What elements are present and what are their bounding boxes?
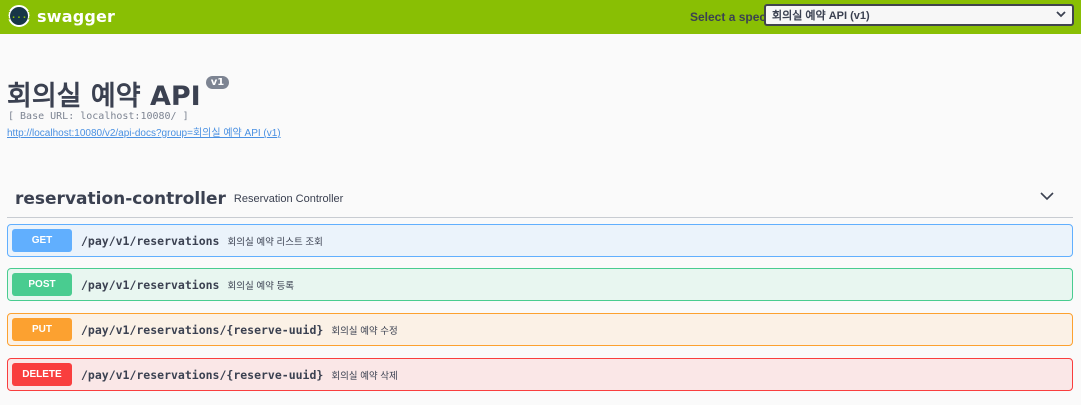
base-url: [ Base URL: localhost:10080/ ] (8, 111, 189, 122)
api-title: 회의실 예약 API (7, 81, 201, 112)
chevron-down-icon (1056, 10, 1066, 21)
operation-put-reservation[interactable]: PUT /pay/v1/reservations/{reserve-uuid} … (7, 313, 1073, 346)
chevron-down-icon[interactable] (1039, 188, 1055, 204)
operation-summary: 회의실 예약 리스트 조회 (227, 236, 323, 248)
tag-description: Reservation Controller (233, 192, 344, 205)
topbar: {...} swagger Select a spec 회의실 예약 API (… (0, 0, 1081, 34)
tag-name: reservation-controller (15, 188, 226, 209)
method-badge: POST (12, 273, 72, 296)
operation-path: /pay/v1/reservations (81, 233, 220, 248)
tag-section-header[interactable]: reservation-controller Reservation Contr… (7, 180, 1073, 218)
spec-label: Select a spec (690, 10, 767, 24)
operation-path: /pay/v1/reservations (81, 277, 220, 292)
operation-get-reservations[interactable]: GET /pay/v1/reservations 회의실 예약 리스트 조회 (7, 224, 1073, 257)
version-badge: v1 (205, 76, 230, 89)
operation-summary: 회의실 예약 삭제 (331, 370, 398, 382)
operation-summary: 회의실 예약 수정 (331, 325, 398, 337)
spec-selected-value: 회의실 예약 API (v1) (772, 10, 870, 22)
logo-text: swagger (37, 6, 116, 26)
operation-post-reservations[interactable]: POST /pay/v1/reservations 회의실 예약 등록 (7, 268, 1073, 301)
method-badge: PUT (12, 318, 72, 341)
method-badge: DELETE (12, 363, 72, 386)
spec-select[interactable]: 회의실 예약 API (v1) (764, 4, 1074, 26)
api-docs-link[interactable]: http://localhost:10080/v2/api-docs?group… (7, 124, 281, 139)
operation-path: /pay/v1/reservations/{reserve-uuid} (81, 367, 324, 382)
method-badge: GET (12, 229, 72, 252)
page-title: 회의실 예약 API v1 (7, 74, 230, 113)
operation-path: /pay/v1/reservations/{reserve-uuid} (81, 322, 324, 337)
operation-summary: 회의실 예약 등록 (227, 280, 294, 292)
swagger-logo-icon: {...} (5, 5, 33, 27)
swagger-logo[interactable]: {...} swagger (5, 5, 116, 27)
operation-delete-reservation[interactable]: DELETE /pay/v1/reservations/{reserve-uui… (7, 358, 1073, 391)
